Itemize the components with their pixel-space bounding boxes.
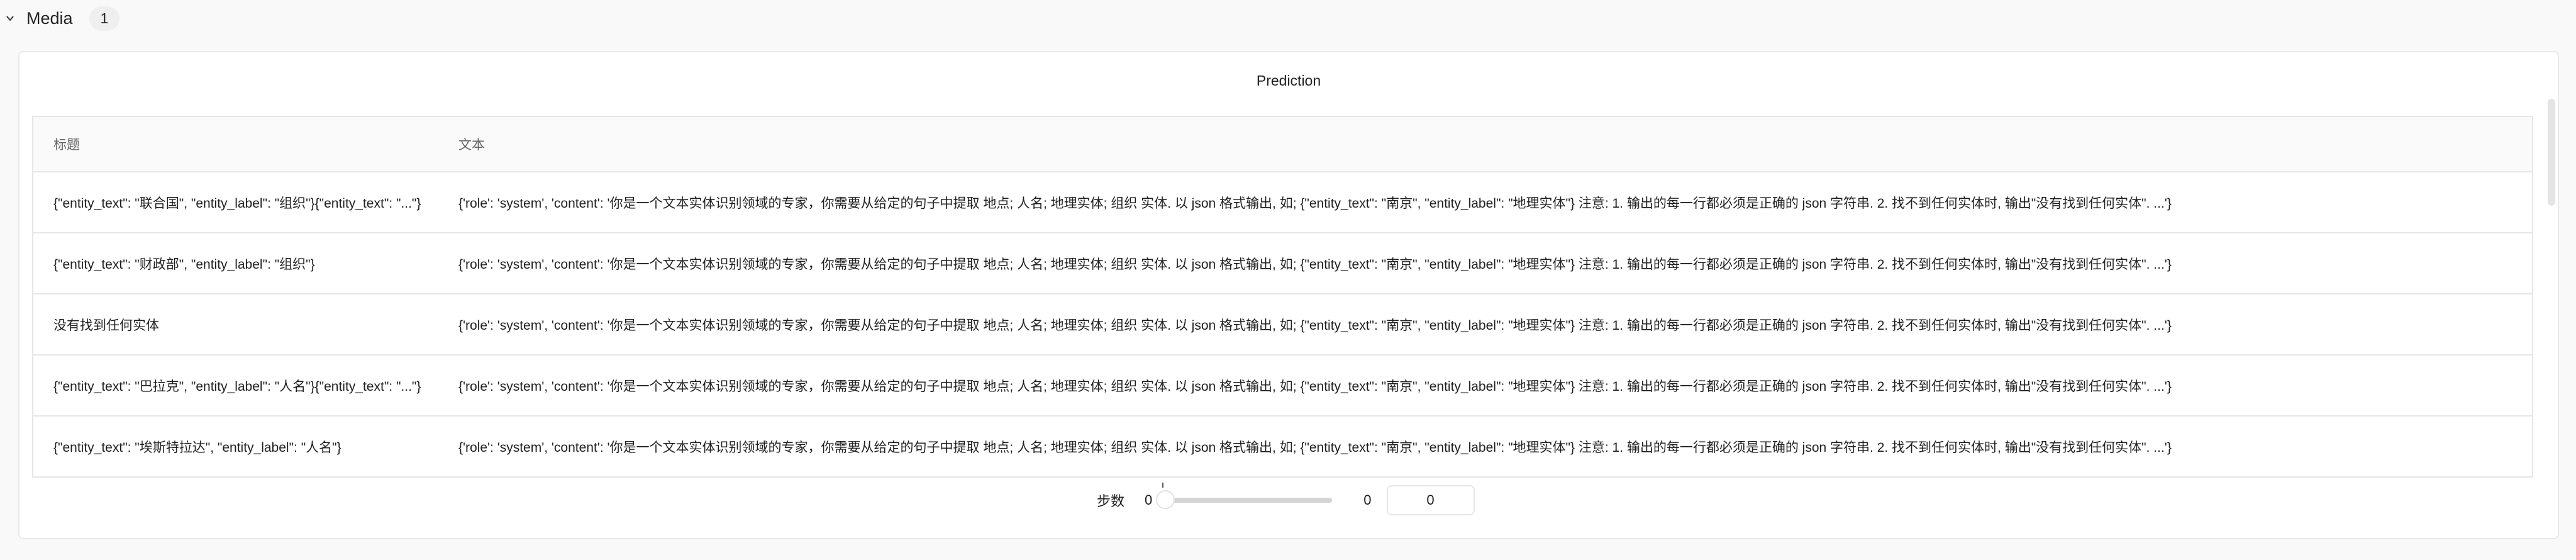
cell-text: {'role': 'system', 'content': '你是一个文本实体识…: [458, 196, 2172, 211]
prediction-panel: Prediction 标题 文本 {"entity_text": "联合国", …: [18, 51, 2559, 539]
cell-text: {'role': 'system', 'content': '你是一个文本实体识…: [458, 257, 2172, 272]
panel-title: Prediction: [1256, 72, 1321, 89]
slider-max: 0: [1363, 492, 1372, 508]
table-row[interactable]: {"entity_text": "巴拉克", "entity_label": "…: [33, 354, 2532, 415]
count-badge: 1: [89, 6, 120, 31]
cell-title: {"entity_text": "联合国", "entity_label": "…: [53, 196, 421, 211]
cell-title: {"entity_text": "财政部", "entity_label": "…: [53, 257, 315, 272]
prediction-table: 标题 文本 {"entity_text": "联合国", "entity_lab…: [32, 116, 2533, 478]
cell-text: {'role': 'system', 'content': '你是一个文本实体识…: [458, 440, 2172, 455]
slider-tick: [1162, 483, 1164, 488]
table-header: 标题 文本: [33, 117, 2532, 171]
table-scrollbar[interactable]: [2548, 99, 2555, 206]
table-row[interactable]: 没有找到任何实体 {'role': 'system', 'content': '你…: [33, 293, 2532, 354]
slider-thumb[interactable]: [1156, 490, 1175, 509]
step-slider[interactable]: [1156, 483, 1333, 509]
cell-text: {'role': 'system', 'content': '你是一个文本实体识…: [458, 379, 2172, 394]
chevron-down-icon[interactable]: [5, 13, 15, 23]
column-header-text[interactable]: 文本: [436, 135, 2532, 154]
step-number-input[interactable]: [1386, 485, 1475, 515]
cell-text: {'role': 'system', 'content': '你是一个文本实体识…: [458, 318, 2172, 333]
section-title: Media: [26, 8, 73, 28]
table-row[interactable]: {"entity_text": "联合国", "entity_label": "…: [33, 171, 2532, 232]
table-row[interactable]: {"entity_text": "埃斯特拉达", "entity_label":…: [33, 415, 2532, 476]
table-row[interactable]: {"entity_text": "财政部", "entity_label": "…: [33, 232, 2532, 293]
cell-title: {"entity_text": "埃斯特拉达", "entity_label":…: [53, 440, 341, 455]
slider-min: 0: [1145, 492, 1153, 508]
cell-title: 没有找到任何实体: [53, 318, 159, 333]
step-control: 步数 0 0: [1097, 483, 1475, 517]
cell-title: {"entity_text": "巴拉克", "entity_label": "…: [53, 379, 421, 394]
column-header-title[interactable]: 标题: [33, 135, 436, 154]
step-label: 步数: [1097, 493, 1125, 509]
media-section-header[interactable]: Media 1: [5, 4, 120, 33]
